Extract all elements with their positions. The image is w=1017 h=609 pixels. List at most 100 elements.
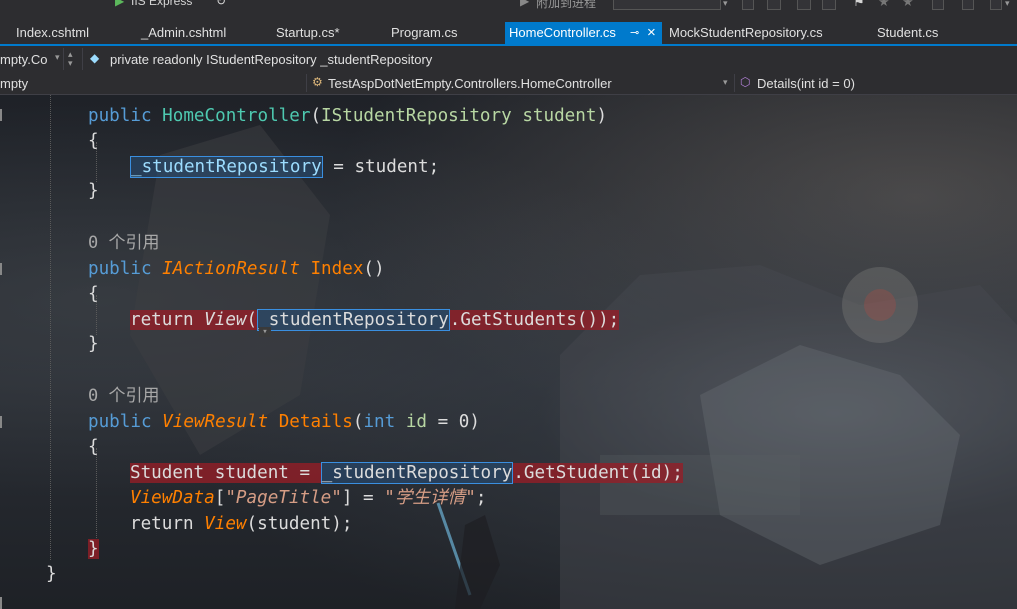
tab-mockstudentrepository-cs[interactable]: MockStudentRepository.cs [669, 22, 823, 44]
method-call: .GetStudent(id); [513, 463, 683, 483]
method-name: Details [278, 412, 353, 432]
method-name: Index [310, 259, 364, 279]
toolbar-button[interactable] [822, 0, 836, 10]
code-editor[interactable]: public HomeController(IStudentRepository… [0, 95, 1017, 609]
refresh-icon[interactable]: ↻ [216, 0, 226, 8]
brace: } [46, 564, 57, 584]
field-icon: ◆ [90, 51, 100, 65]
close-icon[interactable]: × [647, 22, 656, 44]
keyword: public [88, 106, 152, 126]
toolbar-button[interactable] [797, 0, 811, 10]
method-dropdown[interactable]: Details(int id = 0) [757, 76, 855, 91]
string-literal: "PageTitle" [225, 488, 342, 508]
code-line: } [88, 181, 99, 201]
toolbar-button[interactable] [742, 0, 754, 10]
tab-program-cs[interactable]: Program.cs [391, 22, 457, 44]
change-marker [0, 109, 2, 121]
keyword: int [363, 412, 396, 432]
code-line: return View(_studentRepository.GetStuden… [130, 309, 620, 331]
divider [82, 48, 83, 70]
code-line: } [88, 334, 99, 354]
search-box[interactable] [613, 0, 721, 10]
attach-process-button[interactable]: 附加到进程 [536, 0, 596, 10]
field-reference: _studentRepository [320, 462, 514, 484]
assignment: = student; [322, 157, 440, 177]
tab-label: HomeController.cs [509, 25, 616, 40]
brace: { [88, 284, 99, 304]
parens: () [363, 259, 385, 279]
code-line: public IActionResult Index() [88, 259, 385, 279]
tab-homecontroller-cs[interactable]: HomeController.cs ⊸ × [505, 22, 662, 44]
divider [63, 48, 64, 70]
toolbar-button[interactable] [962, 0, 974, 10]
tab-index-cshtml[interactable]: Index.cshtml [16, 22, 89, 44]
constructor-name: HomeController [162, 106, 311, 126]
change-marker [0, 597, 2, 609]
chevron-down-icon[interactable]: ▾ [1005, 0, 1010, 12]
indent-guide [50, 95, 51, 560]
tab-admin-cshtml[interactable]: _Admin.cshtml [141, 22, 226, 44]
toolbar-button[interactable] [990, 0, 1002, 10]
toolbar-button[interactable] [767, 0, 781, 10]
toolbar: ▶ IIS Express ↻ ▶ 附加到进程 ▾ ⚑ ★ ★ ▾ [0, 0, 1017, 23]
project-dropdown-left[interactable]: mpty [0, 76, 28, 91]
method-icon: ⬡ [740, 75, 751, 89]
code-line: Student student = _studentRepository.Get… [130, 462, 683, 484]
code-line: { [88, 437, 99, 457]
divider [306, 74, 307, 92]
method-call: View [204, 514, 247, 534]
member-display[interactable]: private readonly IStudentRepository _stu… [110, 52, 432, 67]
bookmark-prev-icon[interactable]: ★ [878, 0, 890, 10]
tab-startup-cs[interactable]: Startup.cs* [276, 22, 340, 44]
iis-express-button[interactable]: IIS Express [131, 0, 192, 8]
default-value: = 0) [427, 412, 480, 432]
pin-icon[interactable]: ⊸ [630, 22, 639, 44]
code-line: } [46, 564, 57, 584]
code-line: { [88, 131, 99, 151]
attach-icon[interactable]: ▶ [520, 0, 529, 8]
change-marker [0, 263, 2, 275]
codelens-references[interactable]: 0 个引用 [88, 233, 159, 253]
codelens-references[interactable]: 0 个引用 [88, 386, 159, 406]
brace: { [88, 131, 99, 151]
bookmark-next-icon[interactable]: ★ [902, 0, 914, 10]
method-call: View [204, 310, 247, 330]
field-reference: _studentRepository [130, 156, 323, 178]
string-literal: "学生详情" [384, 488, 476, 508]
member-nav-bar: mpty.Co ▾ ▴ ▾ ◆ private readonly IStuden… [0, 46, 1017, 73]
code-line: ViewData["PageTitle"] = "学生详情"; [130, 488, 487, 508]
brace: } [88, 539, 99, 559]
keyword: return [130, 310, 194, 330]
param-name: student [522, 106, 597, 126]
divider [734, 74, 735, 92]
field-reference: _studentRepository [257, 309, 450, 331]
toolbar-button[interactable] [932, 0, 944, 10]
chevron-down-icon[interactable]: ▾ [723, 0, 728, 12]
brace: } [88, 181, 99, 201]
code-line: public HomeController(IStudentRepository… [88, 106, 608, 126]
param-type: IStudentRepository [321, 106, 512, 126]
tab-student-cs[interactable]: Student.cs [877, 22, 938, 44]
code-line: _studentRepository = student; [130, 156, 440, 178]
chevron-down-icon[interactable]: ▾ [68, 58, 73, 69]
chevron-down-icon[interactable]: ▾ [55, 52, 60, 63]
bookmark-icon[interactable]: ⚑ [853, 0, 865, 10]
project-dropdown[interactable]: mpty.Co [0, 52, 47, 67]
code-line: } [88, 539, 99, 559]
code-line: return View(student); [130, 514, 352, 534]
keyword: public [88, 412, 152, 432]
quick-action-icon[interactable]: ▾ [259, 327, 271, 337]
keyword: public [88, 259, 152, 279]
indent-guide [96, 448, 97, 538]
type-nav-bar: mpty ▾ ⚙ TestAspDotNetEmpty.Controllers.… [0, 72, 1017, 95]
chevron-down-icon[interactable]: ▾ [723, 77, 728, 88]
brace: } [88, 334, 99, 354]
change-marker [0, 416, 2, 428]
play-icon[interactable]: ▶ [115, 0, 124, 8]
method-call: .GetStudents()); [449, 310, 620, 330]
class-dropdown[interactable]: TestAspDotNetEmpty.Controllers.HomeContr… [328, 76, 612, 91]
argument: (student); [246, 514, 353, 534]
document-tabs: Index.cshtml _Admin.cshtml Startup.cs* P… [0, 22, 1017, 44]
keyword: return [130, 514, 194, 534]
brace: { [88, 437, 99, 457]
